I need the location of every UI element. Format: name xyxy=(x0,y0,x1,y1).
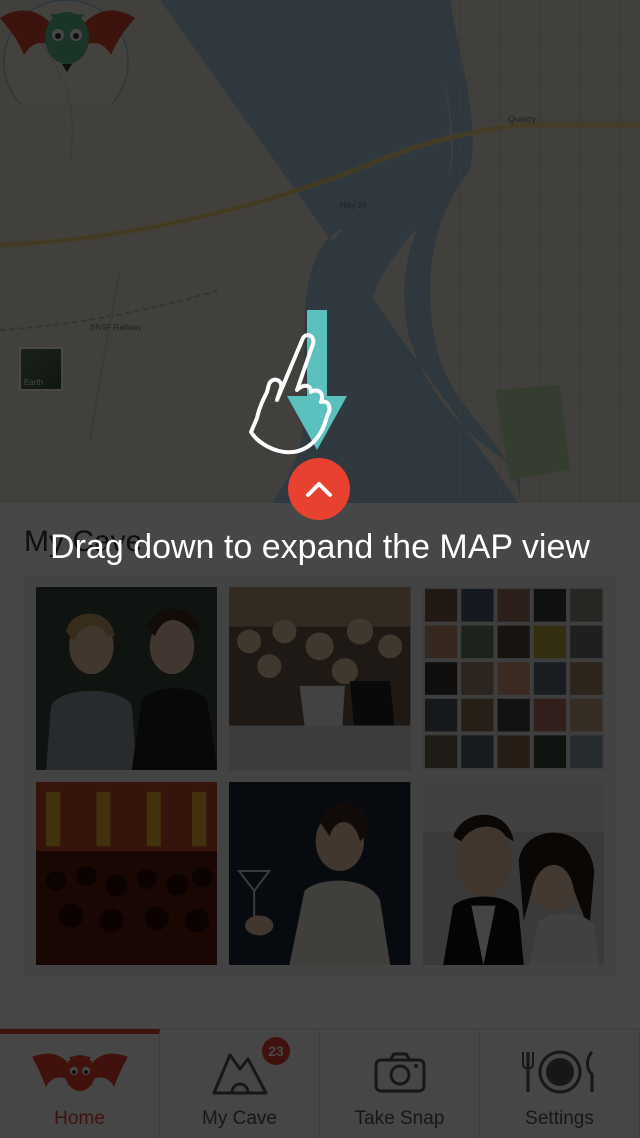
plate-cutlery-icon xyxy=(510,1042,610,1102)
earth-label: Earth xyxy=(24,378,44,387)
earth-layer-toggle[interactable]: Earth xyxy=(19,347,63,391)
photo-tile-concert-crowd[interactable] xyxy=(229,587,411,770)
drag-hint-text: Drag down to expand the MAP view xyxy=(50,528,590,566)
tab-home[interactable]: Home xyxy=(0,1029,160,1138)
notification-badge: 23 xyxy=(262,1037,290,1065)
camera-icon xyxy=(350,1042,450,1102)
tab-home-label: Home xyxy=(54,1108,105,1129)
photo-tile-collage[interactable] xyxy=(422,587,604,770)
photo-tile-two-women[interactable] xyxy=(36,587,218,770)
bat-icon xyxy=(30,1042,130,1102)
tab-take-snap[interactable]: Take Snap xyxy=(320,1029,480,1138)
chevron-up-icon xyxy=(306,482,332,497)
drag-down-gesture-icon xyxy=(249,310,347,455)
tab-my-cave[interactable]: My Cave xyxy=(160,1029,320,1138)
photo-tile-party-hall[interactable] xyxy=(36,782,218,965)
bat-location-pin-icon[interactable] xyxy=(0,0,135,105)
tab-take-snap-label: Take Snap xyxy=(354,1108,445,1129)
tab-bar: Home My Cave Take Snap Settings 23 xyxy=(0,1028,640,1138)
photo-tile-woman-cocktail[interactable] xyxy=(229,782,411,965)
map-label-quincy: Quincy xyxy=(508,114,537,124)
tab-my-cave-label: My Cave xyxy=(202,1108,277,1129)
expand-map-button[interactable] xyxy=(288,458,350,520)
photo-tile-couple[interactable] xyxy=(422,782,604,965)
tab-settings[interactable]: Settings xyxy=(480,1029,640,1138)
tab-settings-label: Settings xyxy=(525,1108,594,1129)
map-label-bnsf: BNSF Railway xyxy=(90,323,142,332)
photo-grid xyxy=(24,575,616,977)
my-cave-panel: My Cave xyxy=(0,503,640,1028)
map-label-hwy24: Hwy 24 xyxy=(340,201,367,210)
